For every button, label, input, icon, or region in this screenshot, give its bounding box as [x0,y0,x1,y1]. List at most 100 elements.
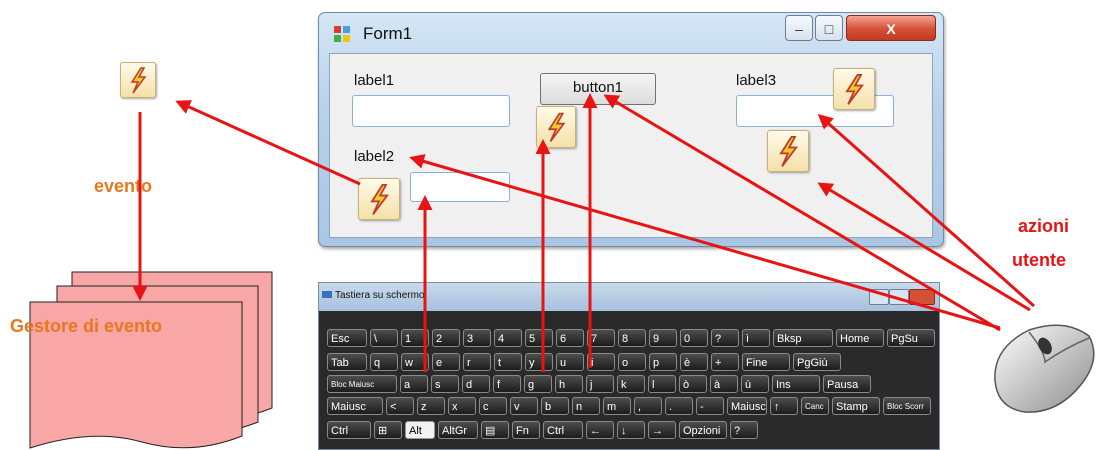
key-4-2[interactable]: Alt [405,421,435,439]
key-0-2[interactable]: 1 [401,329,429,347]
key-1-5[interactable]: t [494,353,522,371]
key-2-9[interactable]: l [648,375,676,393]
key-3-15[interactable]: Stamp [832,397,880,415]
lightning-bolt-icon [536,106,576,148]
minimize-button[interactable]: – [785,15,813,41]
keyboard-title-bar: Tastiera su schermo [319,283,939,311]
key-2-3[interactable]: d [462,375,490,393]
form-title: Form1 [363,24,413,43]
key-4-10[interactable]: Opzioni [679,421,727,439]
key-0-13[interactable]: ì [742,329,770,347]
key-0-15[interactable]: Home [836,329,884,347]
key-1-0[interactable]: Tab [327,353,367,371]
key-3-5[interactable]: v [510,397,538,415]
key-0-7[interactable]: 6 [556,329,584,347]
key-3-6[interactable]: b [541,397,569,415]
key-2-8[interactable]: k [617,375,645,393]
keyboard-close-button[interactable] [909,289,935,305]
key-2-1[interactable]: a [400,375,428,393]
key-0-3[interactable]: 2 [432,329,460,347]
key-4-6[interactable]: Ctrl [543,421,583,439]
key-1-4[interactable]: r [463,353,491,371]
key-2-11[interactable]: à [710,375,738,393]
key-3-1[interactable]: < [386,397,414,415]
key-4-3[interactable]: AltGr [438,421,478,439]
key-0-14[interactable]: Bksp [773,329,833,347]
close-button[interactable]: X [846,15,936,41]
key-3-3[interactable]: x [448,397,476,415]
key-3-16[interactable]: Bloc Scorr [883,397,931,415]
key-2-2[interactable]: s [431,375,459,393]
key-0-16[interactable]: PgSu [887,329,935,347]
key-4-5[interactable]: Fn [512,421,540,439]
key-3-14[interactable]: Canc [801,397,829,415]
key-3-8[interactable]: m [603,397,631,415]
key-4-8[interactable]: ↓ [617,421,645,439]
key-0-4[interactable]: 3 [463,329,491,347]
key-2-5[interactable]: g [524,375,552,393]
keyboard-maximize-button[interactable] [889,289,909,305]
button1[interactable]: button1 [540,73,656,105]
key-2-13[interactable]: Ins [772,375,820,393]
maximize-button[interactable]: □ [815,15,843,41]
key-2-6[interactable]: h [555,375,583,393]
key-1-6[interactable]: y [525,353,553,371]
textbox2[interactable] [410,172,510,202]
key-3-2[interactable]: z [417,397,445,415]
windows-form-icon [334,26,350,42]
lightning-bolt-icon [120,62,156,98]
lightning-bolt-icon [358,178,400,220]
lightning-bolt-icon [833,68,875,110]
on-screen-keyboard: Tastiera su schermo Esc \ 1 2 3 4 5 6 7 8 9 0? ì Bksp… [318,282,940,450]
key-3-13[interactable]: ↑ [770,397,798,415]
key-0-0[interactable]: Esc [327,329,367,347]
key-2-0[interactable]: Bloc Maiusc [327,375,397,393]
key-4-1[interactable]: ⊞ [374,421,402,439]
event-handler-label: Gestore di evento [10,316,163,336]
key-2-14[interactable]: Pausa [823,375,871,393]
key-1-1[interactable]: q [370,353,398,371]
label1: label1 [354,72,395,89]
key-0-12[interactable]: ? [711,329,739,347]
key-4-9[interactable]: → [648,421,676,439]
key-3-12[interactable]: Maiusc [727,397,767,415]
key-3-0[interactable]: Maiusc [327,397,383,415]
key-2-12[interactable]: ù [741,375,769,393]
key-3-7[interactable]: n [572,397,600,415]
key-3-4[interactable]: c [479,397,507,415]
key-4-4[interactable]: ▤ [481,421,509,439]
key-0-8[interactable]: 7 [587,329,615,347]
mouse-icon [994,324,1095,413]
key-0-5[interactable]: 4 [494,329,522,347]
lightning-bolt-icon [767,130,809,172]
key-2-4[interactable]: f [493,375,521,393]
key-3-11[interactable]: - [696,397,724,415]
key-1-7[interactable]: u [556,353,584,371]
key-1-2[interactable]: w [401,353,429,371]
key-0-10[interactable]: 9 [649,329,677,347]
keyboard-icon [322,291,332,298]
key-1-13[interactable]: Fine [742,353,790,371]
textbox1[interactable] [352,95,510,127]
key-0-1[interactable]: \ [370,329,398,347]
key-1-14[interactable]: PgGiù [793,353,841,371]
keyboard-title: Tastiera su schermo [335,290,425,301]
key-1-8[interactable]: i [587,353,615,371]
keyboard-minimize-button[interactable] [869,289,889,305]
key-4-0[interactable]: Ctrl [327,421,371,439]
key-1-10[interactable]: p [649,353,677,371]
key-2-7[interactable]: j [586,375,614,393]
key-4-7[interactable]: ← [586,421,614,439]
key-0-11[interactable]: 0 [680,329,708,347]
key-2-10[interactable]: ò [679,375,707,393]
key-1-12[interactable]: + [711,353,739,371]
user-actions-label-line2: utente [1012,250,1066,270]
key-1-3[interactable]: e [432,353,460,371]
key-0-6[interactable]: 5 [525,329,553,347]
key-1-9[interactable]: o [618,353,646,371]
key-3-10[interactable]: . [665,397,693,415]
key-0-9[interactable]: 8 [618,329,646,347]
key-3-9[interactable]: , [634,397,662,415]
key-1-11[interactable]: è [680,353,708,371]
key-4-11[interactable]: ? [730,421,758,439]
